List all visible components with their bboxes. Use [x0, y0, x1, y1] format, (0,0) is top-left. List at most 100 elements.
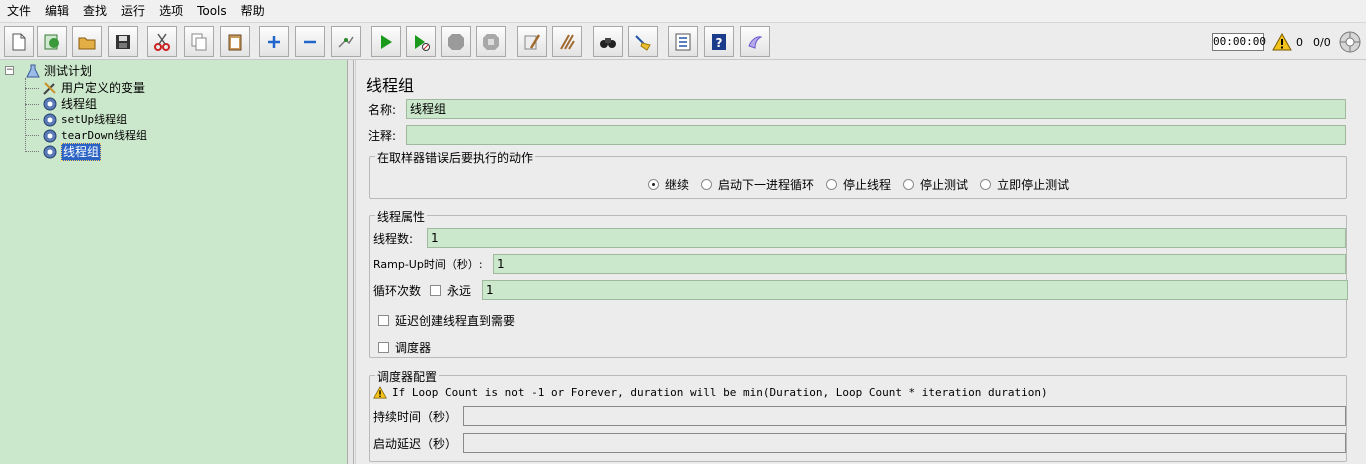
- threads-ratio: 0/0: [1313, 35, 1331, 49]
- shutdown-button[interactable]: [476, 26, 506, 57]
- expand-button[interactable]: [259, 26, 289, 57]
- tree-guide-line: [25, 119, 39, 120]
- comment-input[interactable]: [406, 125, 1346, 145]
- start-no-pause-icon: [415, 34, 430, 51]
- tree-collapse-toggle[interactable]: −: [5, 66, 14, 75]
- menu-file[interactable]: 文件: [0, 0, 38, 22]
- templates-icon: [44, 34, 59, 49]
- menu-options[interactable]: 选项: [152, 0, 190, 22]
- gear-icon: [42, 128, 58, 144]
- menu-run[interactable]: 运行: [114, 0, 152, 22]
- warning-icon: [373, 386, 387, 399]
- search-icon: [600, 37, 616, 48]
- scheduler-row: 调度器: [378, 339, 431, 356]
- name-label: 名称:: [368, 102, 397, 117]
- rampup-input[interactable]: 1: [493, 254, 1346, 274]
- new-icon: [12, 33, 26, 50]
- radio-dot: [826, 179, 838, 190]
- rampup-row: Ramp-Up时间（秒）: 1: [373, 254, 1346, 274]
- radio-stop-thread[interactable]: 停止线程: [826, 176, 891, 193]
- toggle-button[interactable]: [331, 26, 361, 57]
- rampup-label: Ramp-Up时间（秒）:: [373, 258, 483, 271]
- gear-icon: [42, 96, 58, 112]
- function-helper-button[interactable]: [668, 26, 698, 57]
- radio-label: 立即停止测试: [997, 178, 1070, 192]
- reset-search-icon: [635, 34, 651, 51]
- remote-icon: [748, 35, 763, 49]
- paste-icon: [228, 34, 242, 50]
- clear-icon: [524, 33, 541, 49]
- threads-input[interactable]: 1: [427, 228, 1346, 248]
- loop-count-input[interactable]: 1: [482, 280, 1348, 300]
- threads-label: 线程数:: [373, 231, 414, 246]
- status-area: 0 0/0: [1272, 31, 1331, 53]
- globe-icon[interactable]: [1338, 30, 1362, 54]
- stop-button[interactable]: [441, 26, 471, 57]
- copy-button[interactable]: [184, 26, 214, 57]
- radio-label: 停止测试: [920, 178, 969, 192]
- cut-button[interactable]: [147, 26, 177, 57]
- menu-bar: 文件 编辑 查找 运行 选项 Tools 帮助: [0, 0, 1366, 22]
- clear-all-button[interactable]: [552, 26, 582, 57]
- gear-icon: [42, 112, 58, 128]
- delay-thread-row: 延迟创建线程直到需要: [378, 312, 515, 329]
- tree-node-thread-group-selected[interactable]: 线程组: [42, 143, 102, 161]
- radio-dot: [648, 179, 659, 190]
- menu-help[interactable]: 帮助: [234, 0, 272, 22]
- menu-tools[interactable]: Tools: [190, 0, 234, 22]
- reset-search-button[interactable]: [628, 26, 658, 57]
- paste-button[interactable]: [220, 26, 250, 57]
- scheduler-note-row: If Loop Count is not -1 or Forever, dura…: [373, 386, 1048, 399]
- start-no-pause-button[interactable]: [406, 26, 436, 57]
- tree-node-thread-group[interactable]: 线程组: [42, 96, 97, 112]
- open-button[interactable]: [72, 26, 102, 57]
- thread-properties-group: 线程属性 线程数: 1 Ramp-Up时间（秒）: 1 循环次数 永远 1 延迟…: [369, 208, 1348, 358]
- help-button[interactable]: ?: [704, 26, 734, 57]
- tree-node-teardown-thread-group[interactable]: tearDown线程组: [42, 128, 147, 144]
- comment-label: 注释:: [368, 128, 397, 143]
- remote-button[interactable]: [740, 26, 770, 57]
- help-icon: ?: [712, 33, 726, 50]
- cut-icon: [154, 33, 170, 51]
- tree-guide-line: [25, 104, 39, 105]
- scheduler-label: 调度器: [395, 341, 432, 355]
- save-button[interactable]: [108, 26, 138, 57]
- radio-stop-test[interactable]: 停止测试: [903, 176, 968, 193]
- search-button[interactable]: [593, 26, 623, 57]
- clear-all-icon: [560, 34, 575, 50]
- start-button[interactable]: [371, 26, 401, 57]
- templates-button[interactable]: [37, 26, 67, 57]
- tree-guide-line: [25, 151, 39, 152]
- radio-next-loop[interactable]: 启动下一进程循环: [701, 176, 814, 193]
- clear-button[interactable]: [517, 26, 547, 57]
- scheduler-checkbox[interactable]: [378, 342, 389, 353]
- radio-continue[interactable]: 继续: [648, 176, 689, 193]
- tree-node-label: 线程组: [61, 143, 102, 161]
- page-title: 线程组: [366, 76, 415, 95]
- collapse-button[interactable]: [295, 26, 325, 57]
- tree-node-setup-thread-group[interactable]: setUp线程组: [42, 112, 127, 128]
- toolbar: ? 00:00:00 0 0/0: [0, 22, 1366, 60]
- tree-node-test-plan[interactable]: 测试计划: [25, 63, 92, 79]
- warning-icon[interactable]: [1272, 33, 1292, 51]
- save-icon: [116, 34, 130, 49]
- new-button[interactable]: [4, 26, 34, 57]
- scheduler-note: If Loop Count is not -1 or Forever, dura…: [392, 386, 1048, 399]
- radio-stop-test-now[interactable]: 立即停止测试: [980, 176, 1069, 193]
- tree-node-user-variables[interactable]: 用户定义的变量: [42, 80, 145, 96]
- menu-search[interactable]: 查找: [76, 0, 114, 22]
- name-input[interactable]: 线程组: [406, 99, 1346, 119]
- menu-edit[interactable]: 编辑: [38, 0, 76, 22]
- radio-dot: [701, 179, 713, 190]
- duration-input[interactable]: [463, 406, 1346, 426]
- scheduler-config-group: 调度器配置 If Loop Count is not -1 or Forever…: [369, 368, 1347, 462]
- startup-delay-row: 启动延迟（秒）: [373, 433, 1346, 453]
- forever-checkbox[interactable]: [430, 284, 441, 296]
- delay-thread-checkbox[interactable]: [378, 315, 389, 326]
- startup-delay-input[interactable]: [463, 433, 1346, 453]
- comment-row: 注释:: [368, 125, 1346, 145]
- start-icon: [381, 34, 392, 49]
- pane-splitter[interactable]: [348, 60, 354, 464]
- collapse-icon: [304, 40, 316, 43]
- scheduler-config-title: 调度器配置: [375, 368, 440, 385]
